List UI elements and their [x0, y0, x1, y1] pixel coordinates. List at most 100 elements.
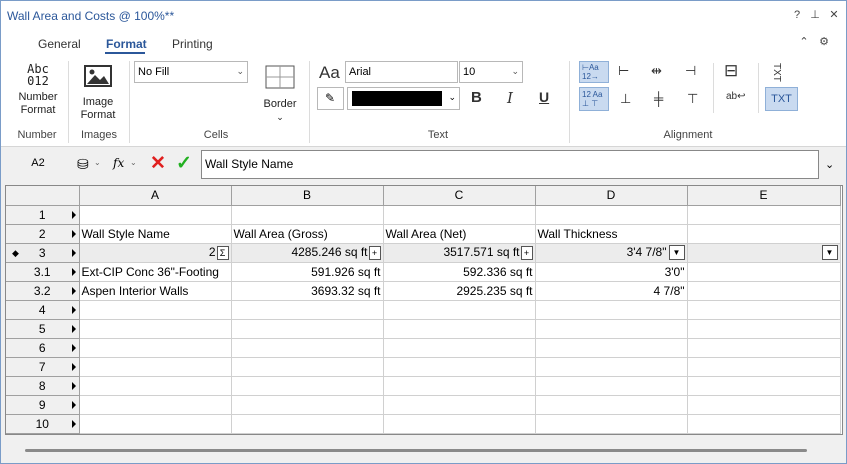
close-icon[interactable]: ✕: [826, 7, 842, 23]
table-cell[interactable]: [79, 376, 232, 396]
table-cell[interactable]: [687, 414, 841, 434]
underline-button[interactable]: U: [539, 89, 549, 105]
row-header[interactable]: 3.1: [6, 262, 80, 282]
row-expand-icon[interactable]: [71, 324, 76, 333]
table-cell[interactable]: 3517.571 sq ft +: [383, 243, 536, 263]
row-header[interactable]: 3.2: [6, 281, 80, 301]
row-header[interactable]: 9: [6, 395, 80, 415]
table-cell[interactable]: [535, 395, 688, 415]
table-cell[interactable]: [79, 300, 232, 320]
table-cell[interactable]: [231, 319, 384, 339]
table-cell[interactable]: ▼: [687, 243, 841, 263]
row-header[interactable]: 6: [6, 338, 80, 358]
tab-general[interactable]: General: [38, 37, 81, 51]
chevron-down-icon[interactable]: ⌄: [825, 158, 834, 171]
horizontal-scrollbar[interactable]: [5, 437, 843, 461]
horizontal-text-button[interactable]: TXT: [765, 87, 798, 111]
font-family-dropdown[interactable]: Arial: [345, 61, 458, 83]
text-color-picker-button[interactable]: ✎: [317, 87, 344, 110]
table-cell[interactable]: [383, 205, 536, 225]
table-cell[interactable]: [231, 357, 384, 377]
table-cell[interactable]: [231, 376, 384, 396]
table-cell[interactable]: [383, 319, 536, 339]
table-cell[interactable]: [687, 224, 841, 244]
table-cell[interactable]: 3'4 7/8" ▼: [535, 243, 688, 263]
table-cell[interactable]: [687, 205, 841, 225]
align-center-icon[interactable]: ⇹: [651, 63, 662, 79]
number-format-button[interactable]: Abc 012 Number Format: [15, 63, 61, 117]
table-cell[interactable]: [79, 414, 232, 434]
function-icon[interactable]: fx: [113, 156, 124, 170]
table-cell[interactable]: [687, 281, 841, 301]
row-expand-icon[interactable]: [71, 343, 76, 352]
align-middle-icon[interactable]: ╪: [654, 91, 663, 106]
text-color-dropdown[interactable]: ⌄: [347, 87, 460, 110]
column-header[interactable]: A: [79, 186, 232, 206]
table-cell[interactable]: [687, 300, 841, 320]
collapse-ribbon-icon[interactable]: ⌃: [796, 34, 812, 50]
border-button[interactable]: Border ⌄: [259, 65, 301, 124]
wrap-text-icon[interactable]: ab↩: [726, 91, 746, 102]
table-cell[interactable]: [383, 300, 536, 320]
table-cell[interactable]: Ext-CIP Conc 36"-Footing: [79, 262, 232, 282]
column-header[interactable]: B: [231, 186, 384, 206]
table-cell[interactable]: [231, 414, 384, 434]
table-cell[interactable]: [231, 300, 384, 320]
row-expand-icon[interactable]: [71, 286, 76, 295]
row-header[interactable]: 7: [6, 357, 80, 377]
row-expand-icon[interactable]: [71, 381, 76, 390]
row-expand-icon[interactable]: [71, 400, 76, 409]
expand-plus-icon[interactable]: +: [368, 245, 381, 260]
table-cell[interactable]: [79, 205, 232, 225]
column-header[interactable]: D: [535, 186, 688, 206]
tab-format[interactable]: Format: [106, 37, 147, 51]
row-header[interactable]: 5: [6, 319, 80, 339]
align-bottom-icon[interactable]: ⊥: [620, 91, 631, 107]
table-cell[interactable]: [79, 395, 232, 415]
table-cell[interactable]: [79, 357, 232, 377]
sum-icon[interactable]: Σ: [216, 245, 229, 260]
merge-cells-icon[interactable]: ⊟: [724, 61, 738, 81]
table-cell[interactable]: [535, 300, 688, 320]
align-right-icon[interactable]: ⊣: [685, 63, 696, 79]
row-header[interactable]: 8: [6, 376, 80, 396]
table-cell[interactable]: [535, 338, 688, 358]
cancel-edit-icon[interactable]: ✕: [150, 152, 166, 175]
row-header[interactable]: 1: [6, 205, 80, 225]
table-cell[interactable]: [535, 205, 688, 225]
table-cell[interactable]: [383, 414, 536, 434]
row-expand-icon[interactable]: [71, 305, 76, 314]
table-cell[interactable]: [535, 357, 688, 377]
corner-cell[interactable]: [6, 186, 80, 206]
valign-auto-button[interactable]: 12 Aa ⊥ ⊤: [579, 87, 609, 111]
table-cell[interactable]: [79, 319, 232, 339]
row-expand-icon[interactable]: [71, 267, 76, 276]
font-size-dropdown[interactable]: 10 ⌄: [459, 61, 523, 83]
rotate-text-button[interactable]: TXT: [771, 63, 782, 82]
table-cell[interactable]: Wall Area (Gross): [231, 224, 384, 244]
table-cell[interactable]: Wall Area (Net): [383, 224, 536, 244]
table-cell[interactable]: [383, 395, 536, 415]
chevron-down-icon[interactable]: ⌄: [130, 158, 137, 167]
table-cell[interactable]: [687, 395, 841, 415]
tab-printing[interactable]: Printing: [172, 37, 213, 51]
table-cell[interactable]: 4 7/8": [535, 281, 688, 301]
image-format-button[interactable]: Image Format: [75, 65, 121, 122]
table-cell[interactable]: [231, 205, 384, 225]
confirm-edit-icon[interactable]: ✓: [176, 152, 192, 175]
table-cell[interactable]: 592.336 sq ft: [383, 262, 536, 282]
fill-dropdown[interactable]: No Fill ⌄: [134, 61, 248, 83]
table-cell[interactable]: [687, 319, 841, 339]
formula-input[interactable]: Wall Style Name: [201, 150, 819, 179]
align-left-icon[interactable]: ⊢: [618, 63, 629, 79]
scrollbar-thumb[interactable]: [25, 449, 807, 452]
column-header[interactable]: E: [687, 186, 841, 206]
table-cell[interactable]: [231, 338, 384, 358]
row-expand-icon[interactable]: [71, 248, 76, 257]
expand-plus-icon[interactable]: +: [520, 245, 533, 260]
align-auto-button[interactable]: ⊢Aa 12→: [579, 61, 609, 83]
column-header[interactable]: C: [383, 186, 536, 206]
pin-icon[interactable]: ⊥: [807, 7, 823, 23]
table-cell[interactable]: 4285.246 sq ft +: [231, 243, 384, 263]
row-expand-icon[interactable]: [71, 362, 76, 371]
